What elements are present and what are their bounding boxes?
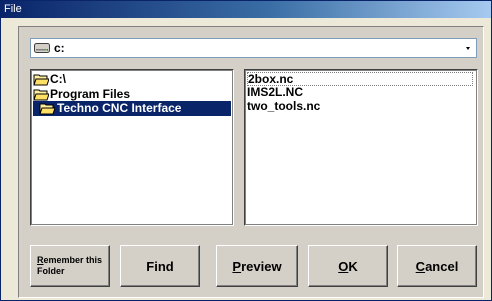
drive-value: c:	[54, 41, 65, 55]
ok-label: K	[348, 258, 358, 274]
preview-label: review	[241, 258, 282, 274]
open-folder-icon	[33, 89, 49, 101]
cancel-button[interactable]: Cancel	[397, 245, 477, 287]
folder-label: Techno CNC Interface	[57, 101, 182, 115]
cancel-label: ancel	[425, 258, 459, 274]
window-title: File	[4, 3, 22, 15]
preview-button[interactable]: Preview	[216, 245, 298, 287]
folder-label: Program Files	[50, 87, 131, 101]
folder-label: C:\	[50, 72, 66, 86]
chevron-down-icon[interactable]	[461, 40, 475, 56]
cancel-mnemonic: C	[415, 258, 426, 274]
remember-folder-text-line2: Folder	[37, 266, 65, 276]
drive-select[interactable]: c:	[30, 38, 477, 58]
remember-folder-button[interactable]: Remember this Folder	[30, 245, 110, 287]
open-folder-icon	[33, 74, 49, 86]
find-label: Find	[146, 258, 174, 274]
ok-button[interactable]: OK	[308, 245, 388, 287]
drive-icon	[34, 43, 50, 53]
file-list[interactable]: 2box.nc IMS2L.NC two_tools.nc	[244, 69, 478, 226]
ok-mnemonic: O	[338, 258, 349, 274]
file-item[interactable]: 2box.nc	[247, 72, 473, 86]
remember-folder-label: Remember this Folder	[37, 255, 102, 277]
title-bar[interactable]: File	[1, 1, 491, 18]
dialog-panel: c: C:\ Program Files Techno CNC Interfac…	[18, 26, 484, 298]
file-dialog: File c: C:\ Program Files Techno CNC Int…	[0, 0, 492, 301]
folder-tree[interactable]: C:\ Program Files Techno CNC Interface	[30, 69, 234, 226]
file-item[interactable]: two_tools.nc	[247, 100, 473, 113]
preview-mnemonic: P	[232, 258, 242, 274]
file-item[interactable]: IMS2L.NC	[247, 86, 473, 99]
folder-item-techno-cnc[interactable]: Techno CNC Interface	[33, 101, 231, 116]
remember-folder-text: emember this	[43, 255, 103, 265]
open-folder-icon	[39, 103, 55, 115]
find-button[interactable]: Find	[120, 245, 200, 287]
